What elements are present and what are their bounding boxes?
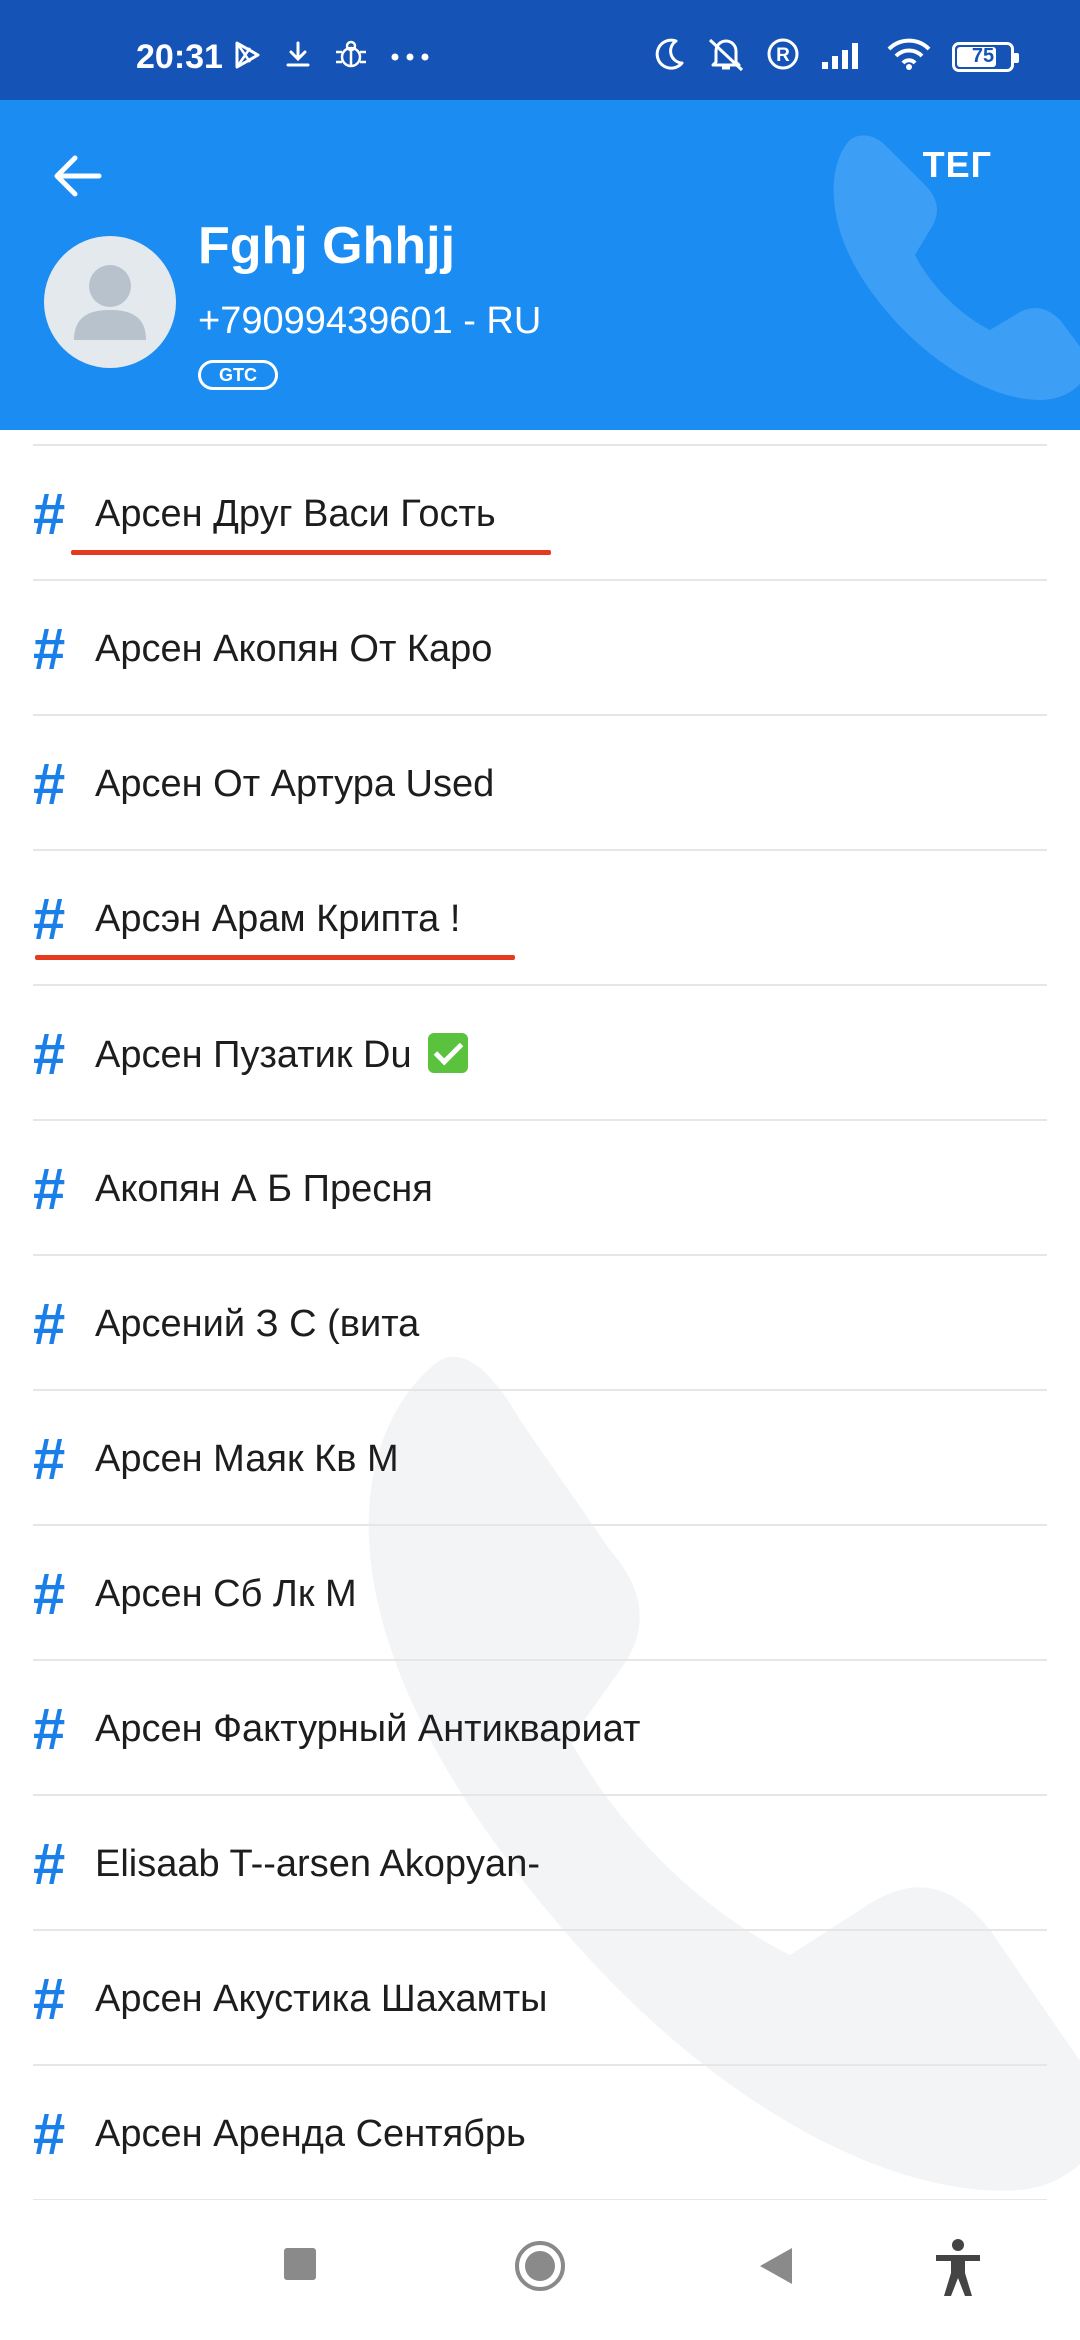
contact-phone: +79099439601 - RU bbox=[198, 300, 542, 342]
signal-icon bbox=[820, 38, 866, 75]
tag-list-item[interactable]: # Арсен Акустика Шахамты bbox=[33, 1931, 1047, 2066]
contact-badge: GTC bbox=[198, 360, 278, 390]
hash-icon: # bbox=[33, 1157, 66, 1222]
mute-icon bbox=[706, 36, 746, 77]
contact-header: ТЕГ Fghj Ghhjj +79099439601 - RU GTC bbox=[0, 100, 1080, 430]
play-store-icon bbox=[232, 40, 262, 75]
accessibility-icon[interactable] bbox=[932, 2238, 984, 2303]
wifi-icon bbox=[886, 37, 932, 76]
hash-icon: # bbox=[33, 482, 66, 547]
tag-label: Арсений З С (вита bbox=[95, 1303, 420, 1345]
tag-label: Elisaab T--arsen Akopyan- bbox=[95, 1843, 540, 1885]
avatar bbox=[44, 236, 176, 368]
hash-icon: # bbox=[33, 1967, 66, 2032]
tag-label: Арсен Маяк Кв М bbox=[95, 1438, 399, 1480]
tag-list-item[interactable]: # Арсен От Артура Used bbox=[33, 716, 1047, 851]
hash-icon: # bbox=[33, 752, 66, 817]
check-mark-icon bbox=[428, 1033, 469, 1073]
tag-list-item[interactable]: # Арсений З С (вита bbox=[33, 1256, 1047, 1391]
status-time: 20:31 bbox=[136, 38, 223, 76]
hash-icon: # bbox=[33, 1427, 66, 1492]
hash-icon: # bbox=[33, 1697, 66, 1762]
navigation-bar bbox=[0, 2200, 1080, 2340]
person-icon bbox=[74, 265, 146, 340]
battery-percent: 75 bbox=[971, 45, 995, 67]
tag-list-item[interactable]: # Арсен Пузатик Du bbox=[33, 986, 1047, 1121]
tag-list-item[interactable]: # Арсен Сб Лк М bbox=[33, 1526, 1047, 1661]
tag-list-item[interactable]: # Арсен Фактурный Антиквариат bbox=[33, 1661, 1047, 1796]
tag-label: Арсен Акустика Шахамты bbox=[95, 1978, 548, 2020]
hash-icon: # bbox=[33, 1292, 66, 1357]
tag-label: Арсен Пузатик Du bbox=[95, 1033, 469, 1077]
download-icon bbox=[284, 40, 312, 75]
tag-label: Акопян А Б Пресня bbox=[95, 1168, 433, 1210]
tag-list-item[interactable]: # Арсен Аренда Сентябрь bbox=[33, 2066, 1047, 2200]
tag-list-item[interactable]: # Акопян А Б Пресня bbox=[33, 1121, 1047, 1256]
contact-name: Fghj Ghhjj bbox=[198, 217, 456, 275]
tag-button[interactable]: ТЕГ bbox=[923, 144, 992, 186]
tag-label: Арсен Сб Лк М bbox=[95, 1573, 357, 1615]
tag-list-item[interactable]: # Elisaab T--arsen Akopyan- bbox=[33, 1796, 1047, 1931]
red-underline-annotation bbox=[71, 550, 551, 555]
tag-list-item[interactable]: # Арсен Акопян От Каро bbox=[33, 581, 1047, 716]
back-button[interactable] bbox=[48, 146, 108, 206]
tag-list-item[interactable]: # Арсен Друг Васи Гость bbox=[33, 446, 1047, 581]
tag-list: # Арсен Друг Васи Гость # Арсен Акопян От К… bbox=[0, 430, 1080, 2200]
tag-label: Арсен Фактурный Антиквариат bbox=[95, 1708, 641, 1750]
status-bar: 20:31 R 75 bbox=[0, 0, 1080, 100]
red-underline-annotation bbox=[35, 955, 515, 960]
tag-list-item[interactable]: # Арсэн Арам Крипта ! bbox=[33, 851, 1047, 986]
svg-text:R: R bbox=[776, 45, 790, 66]
bug-icon bbox=[334, 40, 368, 75]
tag-label: Арсен От Артура Used bbox=[95, 763, 495, 805]
hash-icon: # bbox=[33, 1832, 66, 1897]
arrow-left-icon bbox=[54, 155, 102, 197]
tag-label: Арсэн Арам Крипта ! bbox=[95, 898, 461, 940]
roaming-icon: R bbox=[766, 37, 800, 76]
tag-label: Арсен Аренда Сентябрь bbox=[95, 2113, 526, 2155]
hash-icon: # bbox=[33, 617, 66, 682]
hash-icon: # bbox=[33, 1562, 66, 1627]
more-dots-icon bbox=[390, 49, 430, 67]
battery-icon: 75 bbox=[952, 41, 1019, 72]
tag-label: Арсен Друг Васи Гость bbox=[95, 493, 496, 535]
recents-square-icon[interactable] bbox=[282, 2246, 318, 2287]
tag-label: Арсен Акопян От Каро bbox=[95, 628, 493, 670]
moon-icon bbox=[654, 37, 686, 76]
hash-icon: # bbox=[33, 1022, 66, 1087]
hash-icon: # bbox=[33, 887, 66, 952]
hash-icon: # bbox=[33, 2102, 66, 2167]
back-triangle-icon[interactable] bbox=[758, 2246, 794, 2291]
tag-list-item[interactable]: # Арсен Маяк Кв М bbox=[33, 1391, 1047, 1526]
home-circle-icon[interactable] bbox=[514, 2240, 566, 2297]
